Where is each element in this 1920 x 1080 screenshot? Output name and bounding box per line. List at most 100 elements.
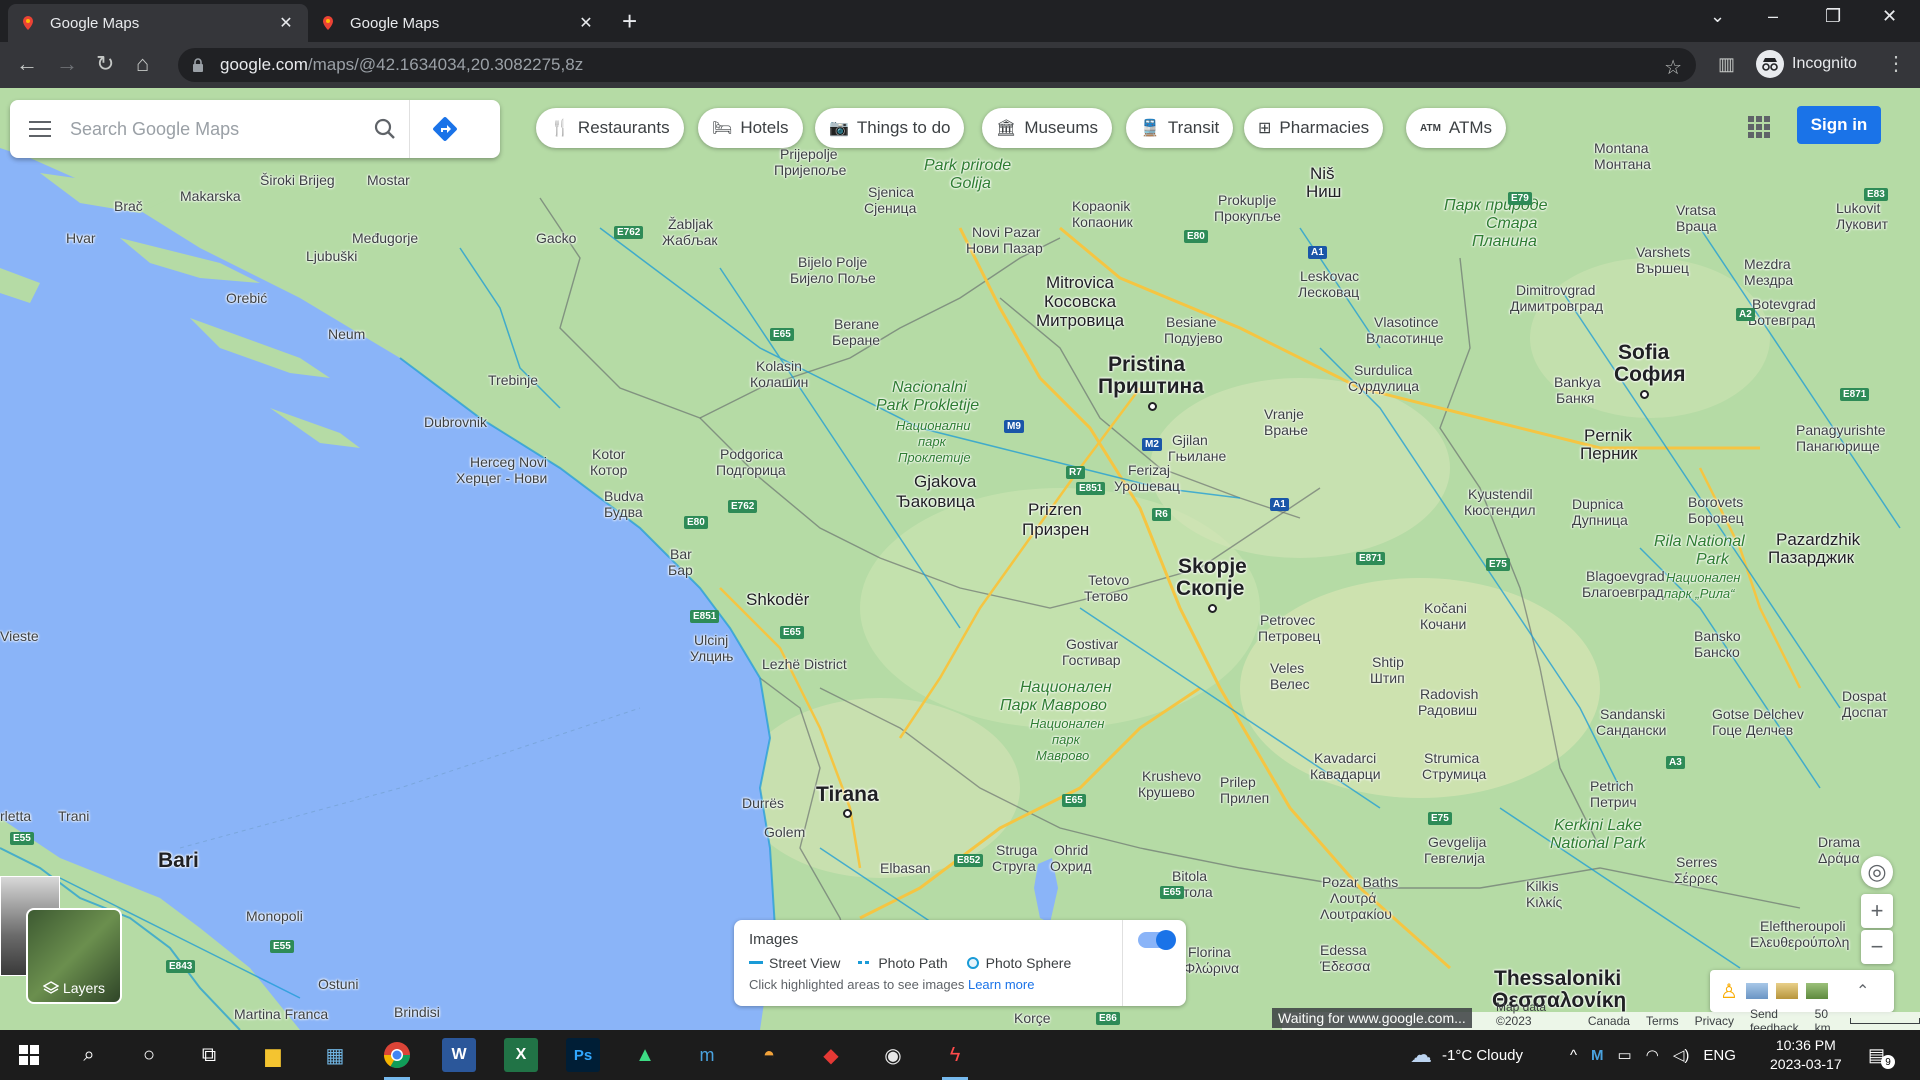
send-feedback-link[interactable]: Send feedback — [1750, 1007, 1799, 1030]
map-label-town[interactable]: Sandanski — [1600, 706, 1665, 722]
map-label-city[interactable]: Pristina — [1108, 354, 1185, 376]
layers-button[interactable]: Layers — [26, 908, 122, 1004]
volume-icon[interactable]: ◁) — [1673, 1046, 1690, 1064]
map-label-town[interactable]: Bansko — [1694, 628, 1741, 644]
map-label-town[interactable]: Kilkis — [1526, 878, 1559, 894]
map-label-town[interactable]: Prilep — [1220, 774, 1256, 790]
close-window-icon[interactable]: ✕ — [1882, 6, 1897, 27]
forward-arrow-icon[interactable]: → — [56, 52, 78, 76]
city-dot[interactable] — [1148, 402, 1157, 411]
map-label-town[interactable]: Budva — [604, 488, 644, 504]
map-label-town[interactable]: Brindisi — [394, 1004, 440, 1020]
map-label-town[interactable]: Dupnica — [1572, 496, 1623, 512]
map-label-town[interactable]: Neum — [328, 326, 365, 342]
search-input[interactable] — [70, 118, 360, 140]
tab-search-chevron-icon[interactable]: ⌄ — [1710, 6, 1725, 27]
map-label-town[interactable]: Bar — [670, 546, 692, 562]
map-label-town[interactable]: Leskovac — [1300, 268, 1359, 284]
terms-link[interactable]: Terms — [1646, 1014, 1679, 1028]
map-label-town[interactable]: Vieste — [0, 628, 39, 644]
media-player-icon[interactable]: ◉ — [876, 1038, 910, 1072]
map-label-town[interactable]: Gostivar — [1066, 636, 1118, 652]
learn-more-link[interactable]: Learn more — [968, 977, 1034, 992]
map-label-town[interactable]: Struga — [996, 842, 1037, 858]
zoom-out-button[interactable]: − — [1861, 930, 1893, 964]
map-label-town[interactable]: Međugorje — [352, 230, 418, 246]
search-icon[interactable] — [360, 100, 410, 158]
chrome-icon[interactable] — [380, 1038, 414, 1080]
language-indicator[interactable]: ENG — [1703, 1047, 1736, 1064]
menu-hamburger-icon[interactable] — [10, 100, 70, 158]
task-view-icon[interactable]: ⧉ — [192, 1038, 226, 1072]
map-label-town[interactable]: Ljubuški — [306, 248, 357, 264]
map-label-town[interactable]: Lezhë District — [762, 656, 847, 672]
browser-tab-active[interactable]: Google Maps ✕ — [8, 4, 308, 42]
map-label-town[interactable]: Sjenica — [868, 184, 914, 200]
map-label-town[interactable]: Varshets — [1636, 244, 1690, 260]
map-label-town[interactable]: Ostuni — [318, 976, 358, 992]
map-label-town[interactable]: Drama — [1818, 834, 1860, 850]
map-label-town[interactable]: Kavadarci — [1314, 750, 1376, 766]
city-dot[interactable] — [1640, 390, 1649, 399]
side-panel-icon[interactable]: ▥ — [1718, 52, 1735, 76]
address-bar[interactable]: google.com/maps/@42.1634034,20.3082275,8… — [178, 48, 1696, 82]
map-label-city[interactable]: Prizren — [1028, 500, 1082, 519]
map-label-town[interactable]: Durrës — [742, 795, 784, 811]
chip-hotels[interactable]: 🛏 Hotels — [698, 108, 803, 148]
restore-window-icon[interactable]: ❐ — [1825, 6, 1841, 27]
map-label-town[interactable]: Široki Brijeg — [260, 172, 335, 188]
browser-menu-icon[interactable]: ⋮ — [1886, 52, 1906, 76]
map-label-town[interactable]: Florina — [1188, 944, 1231, 960]
clock[interactable]: 10:36 PM 2023-03-17 — [1770, 1036, 1842, 1074]
pegman-icon[interactable]: ♙ — [1720, 979, 1738, 1004]
map-label-town[interactable]: Surdulica — [1354, 362, 1412, 378]
incognito-profile-button[interactable]: Incognito — [1756, 50, 1857, 78]
minimize-window-icon[interactable]: – — [1768, 6, 1778, 27]
map-canvas[interactable]: Pristina Приштина Skopje Скопје Sofia Со… — [0, 88, 1920, 1030]
back-arrow-icon[interactable]: ← — [16, 52, 38, 76]
browser-tab[interactable]: Google Maps ✕ — [308, 4, 608, 42]
word-icon[interactable]: W — [442, 1038, 476, 1072]
map-label-city[interactable]: Bari — [158, 850, 199, 872]
map-label-town[interactable]: Prokuplje — [1218, 192, 1276, 208]
taskbar-search-icon[interactable]: ⌕ — [72, 1038, 106, 1072]
city-dot[interactable] — [843, 809, 852, 818]
map-label-town[interactable]: Podgorica — [720, 446, 783, 462]
chip-transit[interactable]: 🚆 Transit — [1126, 108, 1234, 148]
map-label-town[interactable]: Ulcinj — [694, 632, 728, 648]
map-label-park[interactable]: Kerkini Lake — [1554, 818, 1642, 834]
map-label-town[interactable]: Strumica — [1424, 750, 1479, 766]
map-label-city[interactable]: Pernik — [1584, 426, 1632, 445]
map-label-town[interactable]: Besiane — [1166, 314, 1217, 330]
sign-in-button[interactable]: Sign in — [1797, 106, 1881, 144]
map-label-town[interactable]: Dimitrovgrad — [1516, 282, 1595, 298]
control-panel-icon[interactable]: ▦ — [318, 1038, 352, 1072]
map-label-town[interactable]: Bitola — [1172, 868, 1207, 884]
map-label-town[interactable]: Berane — [834, 316, 879, 332]
map-label-town[interactable]: Kotor — [592, 446, 625, 462]
imagery-thumbnail[interactable] — [1775, 983, 1798, 999]
tray-app-icon[interactable]: M — [1591, 1047, 1604, 1064]
chip-atms[interactable]: ATM ATMs — [1406, 108, 1507, 148]
map-label-town[interactable]: Novi Pazar — [972, 224, 1040, 240]
map-label-town[interactable]: Radovish — [1420, 686, 1478, 702]
tab-close-icon[interactable]: ✕ — [276, 13, 296, 33]
map-label-town[interactable]: Trani — [58, 808, 89, 824]
map-label-town[interactable]: Mezdra — [1744, 256, 1791, 272]
map-label-town[interactable]: Eleftheroupoli — [1760, 918, 1846, 934]
map-label-city[interactable]: Sofia — [1618, 342, 1669, 364]
map-label-town[interactable]: Gotse Delchev — [1712, 706, 1804, 722]
map-label-town[interactable]: Herceg Novi — [470, 454, 547, 470]
map-label-park[interactable]: Park prirode — [924, 158, 1011, 174]
map-label-city[interactable]: Mitrovica — [1046, 273, 1114, 292]
map-label-town[interactable]: Serres — [1676, 854, 1717, 870]
google-apps-grid-icon[interactable] — [1748, 116, 1770, 138]
weather-widget[interactable]: ☁ -1°C Cloudy — [1410, 1030, 1523, 1080]
windows-start-icon[interactable] — [12, 1038, 46, 1072]
app-lightning-icon[interactable]: ϟ — [938, 1038, 972, 1080]
map-label-town[interactable]: Krushevo — [1142, 768, 1201, 784]
chip-museums[interactable]: 🏛 Museums — [982, 108, 1112, 148]
map-label-city[interactable]: Tirana — [816, 784, 879, 806]
map-label-town[interactable]: Kočani — [1424, 600, 1467, 616]
map-label-town[interactable]: Ohrid — [1054, 842, 1088, 858]
